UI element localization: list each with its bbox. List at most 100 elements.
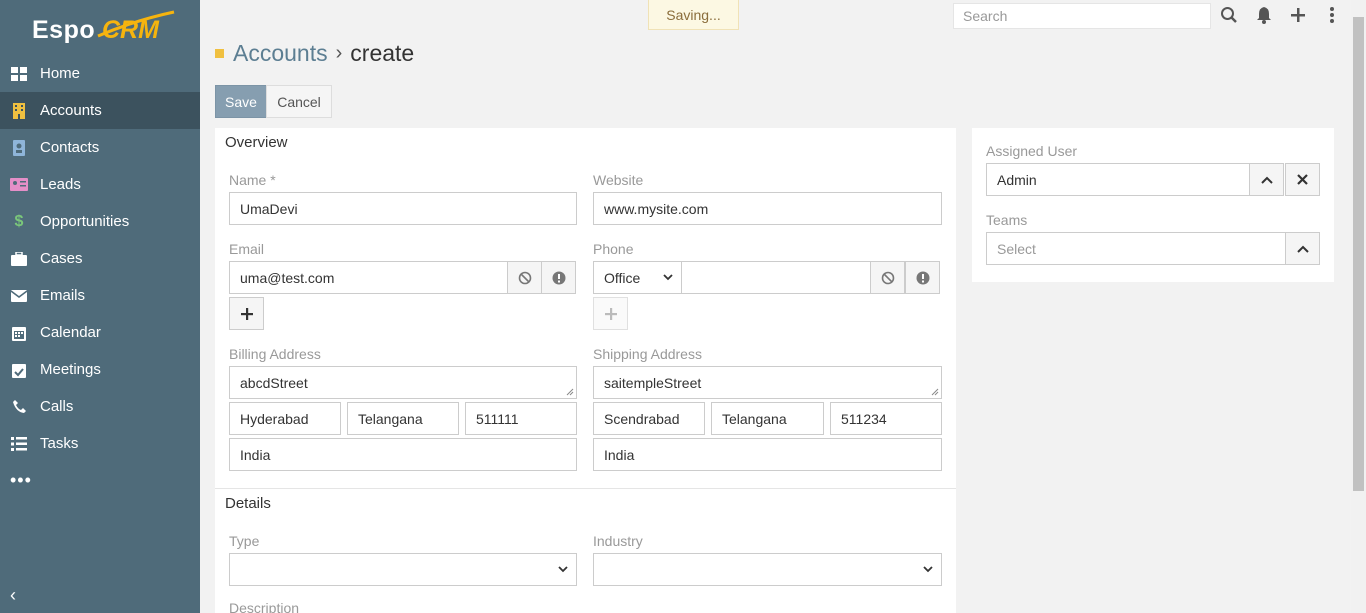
- description-label: Description: [229, 600, 300, 613]
- page-title: create: [350, 39, 415, 66]
- details-panel-title: Details: [225, 495, 271, 512]
- exclamation-circle-icon: [916, 271, 929, 284]
- resize-handle-icon[interactable]: [931, 388, 939, 396]
- clear-assigned-user-button[interactable]: [1285, 163, 1320, 196]
- envelope-icon: [10, 287, 28, 305]
- sidebar-item-emails[interactable]: Emails: [0, 277, 200, 314]
- phone-opt-out-button[interactable]: [870, 261, 905, 294]
- shipping-postal-code-field[interactable]: 511234: [830, 402, 942, 435]
- billing-country-field[interactable]: India: [229, 438, 577, 471]
- industry-select[interactable]: [593, 553, 942, 586]
- page-scrollbar[interactable]: [1351, 0, 1366, 613]
- phone-number-field[interactable]: [681, 261, 871, 294]
- website-field[interactable]: www.mysite.com: [593, 192, 942, 225]
- collapse-sidebar-icon[interactable]: ‹: [10, 585, 16, 606]
- sidebar-item-label: Contacts: [40, 139, 100, 156]
- phone-type-value: Office: [604, 269, 641, 286]
- sidebar-item-label: Leads: [40, 176, 81, 193]
- sidebar-item-tasks[interactable]: Tasks: [0, 425, 200, 462]
- shipping-street-field[interactable]: saitempleStreet: [593, 366, 942, 399]
- email-invalid-button[interactable]: [541, 261, 576, 294]
- save-button[interactable]: Save: [215, 85, 267, 118]
- teams-field[interactable]: Select: [986, 232, 1286, 265]
- resize-handle-icon[interactable]: [566, 388, 574, 396]
- id-card-icon: [10, 176, 28, 194]
- contact-card-icon: [10, 139, 28, 157]
- sidebar-item-label: Cases: [40, 250, 83, 267]
- sidebar-item-label: Calls: [40, 398, 74, 415]
- phone-label: Phone: [593, 241, 634, 257]
- building-icon: [10, 102, 28, 120]
- search-icon[interactable]: [1219, 5, 1239, 25]
- ban-icon: [518, 271, 531, 284]
- sidebar-item-meetings[interactable]: Meetings: [0, 351, 200, 388]
- entity-color-square: [215, 48, 224, 58]
- email-field[interactable]: uma@test.com: [229, 261, 508, 294]
- select-assigned-user-button[interactable]: [1249, 163, 1284, 196]
- billing-city-field[interactable]: Hyderabad: [229, 402, 341, 435]
- billing-state-field[interactable]: Telangana: [347, 402, 459, 435]
- select-teams-button[interactable]: [1285, 232, 1320, 265]
- type-select[interactable]: [229, 553, 577, 586]
- phone-invalid-button[interactable]: [905, 261, 940, 294]
- shipping-address-label: Shipping Address: [593, 346, 702, 362]
- panel-divider: [215, 488, 956, 489]
- kebab-menu-icon[interactable]: [1322, 5, 1342, 25]
- ban-icon: [881, 271, 894, 284]
- add-email-button[interactable]: [229, 297, 264, 330]
- sidebar-item-label: Home: [40, 65, 81, 82]
- dashboard-grid-icon: [10, 65, 28, 83]
- saving-notification: Saving...: [648, 0, 739, 30]
- assigned-user-label: Assigned User: [986, 143, 1078, 159]
- sidebar-item-leads[interactable]: Leads: [0, 166, 200, 203]
- billing-street-field[interactable]: abcdStreet: [229, 366, 577, 399]
- sidebar-item-label: Accounts: [40, 102, 102, 119]
- side-panel: Assigned User Admin Teams Select: [972, 128, 1334, 282]
- sidebar-nav: Home Accounts Contacts Leads $ Opportuni…: [0, 55, 200, 462]
- website-label: Website: [593, 172, 644, 188]
- scrollbar-thumb[interactable]: [1353, 17, 1364, 491]
- cancel-button[interactable]: Cancel: [266, 85, 332, 118]
- phone-type-select[interactable]: Office: [593, 261, 682, 294]
- sidebar-item-cases[interactable]: Cases: [0, 240, 200, 277]
- sidebar-item-contacts[interactable]: Contacts: [0, 129, 200, 166]
- assigned-user-field[interactable]: Admin: [986, 163, 1251, 196]
- sidebar-item-home[interactable]: Home: [0, 55, 200, 92]
- plus-icon[interactable]: [1288, 5, 1308, 25]
- billing-postal-code-field[interactable]: 511111: [465, 402, 577, 435]
- chevron-down-icon: [923, 566, 933, 573]
- industry-label: Industry: [593, 533, 643, 549]
- logo-text-secondary: CRM: [102, 16, 159, 44]
- sidebar-item-opportunities[interactable]: $ Opportunities: [0, 203, 200, 240]
- billing-address-label: Billing Address: [229, 346, 321, 362]
- global-search-input[interactable]: Search: [953, 3, 1211, 29]
- email-opt-out-button[interactable]: [507, 261, 542, 294]
- breadcrumb-accounts-link[interactable]: Accounts: [233, 40, 328, 67]
- record-panel: Overview Name * UmaDevi Website www.mysi…: [215, 128, 956, 613]
- sidebar-item-calls[interactable]: Calls: [0, 388, 200, 425]
- sidebar-item-label: Tasks: [40, 435, 79, 452]
- phone-icon: [10, 398, 28, 416]
- calendar-icon: [10, 324, 28, 342]
- type-label: Type: [229, 533, 260, 549]
- bell-icon[interactable]: [1254, 5, 1274, 25]
- shipping-country-field[interactable]: India: [593, 438, 942, 471]
- sidebar-item-accounts[interactable]: Accounts: [0, 92, 200, 129]
- shipping-city-field[interactable]: Scendrabad: [593, 402, 705, 435]
- overview-panel-title: Overview: [225, 134, 288, 151]
- name-field[interactable]: UmaDevi: [229, 192, 577, 225]
- billing-street-value: abcdStreet: [240, 374, 308, 391]
- name-label: Name *: [229, 172, 276, 188]
- shipping-street-value: saitempleStreet: [604, 374, 702, 391]
- add-phone-button[interactable]: [593, 297, 628, 330]
- shipping-state-field[interactable]: Telangana: [711, 402, 824, 435]
- task-list-icon: [10, 435, 28, 453]
- chevron-down-icon: [663, 274, 673, 281]
- plus-icon: [604, 307, 617, 320]
- more-menu-icon[interactable]: •••: [10, 470, 32, 491]
- sidebar-item-calendar[interactable]: Calendar: [0, 314, 200, 351]
- chevron-up-icon: [1296, 245, 1309, 253]
- calendar-check-icon: [10, 361, 28, 379]
- breadcrumb-separator: ›: [335, 41, 343, 64]
- page-header: Accounts › create: [215, 38, 414, 68]
